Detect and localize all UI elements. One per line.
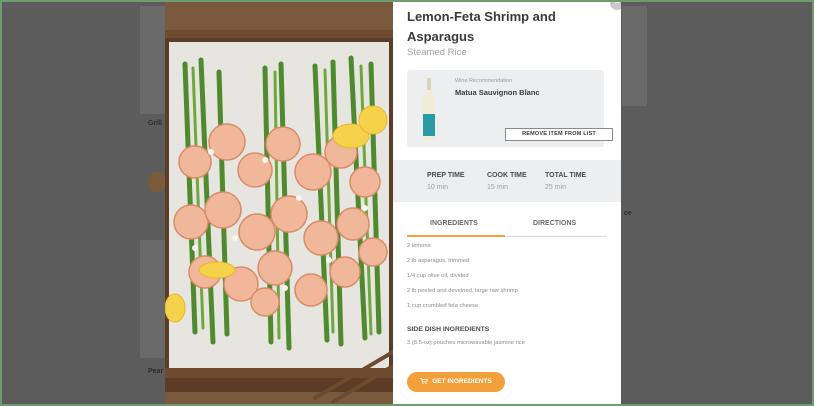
total-time-label: TOTAL TIME [545, 172, 587, 179]
side-dish-item: 3 (8.5-oz) pouches microwavable jasmine … [407, 340, 525, 346]
background-card-top-right [622, 6, 647, 106]
wine-recommendation-label: Wine Recommendation [455, 78, 513, 84]
get-ingredients-button[interactable]: GET INGREDIENTS [407, 372, 505, 392]
wine-bottle-icon [423, 78, 435, 140]
recipe-subtitle: Steamed Rice [407, 47, 467, 58]
remove-item-button[interactable]: REMOVE ITEM FROM LIST [505, 128, 613, 141]
cook-time-label: COOK TIME [487, 172, 527, 179]
prep-time: PREP TIME 10 min [427, 172, 465, 191]
background-card-top-left [140, 6, 166, 114]
get-ingredients-label: GET INGREDIENTS [432, 378, 492, 385]
recipe-photo [165, 2, 393, 404]
wine-recommendation: Wine Recommendation Matua Sauvignon Blan… [407, 70, 613, 147]
recipe-modal: × Lemon-Feta Shrimp and Asparagus Steame… [165, 2, 621, 404]
background-card-title: Grill [148, 120, 163, 127]
ingredient-item: 2 lb asparagus, trimmed [407, 258, 470, 264]
close-button[interactable]: × [610, 2, 621, 10]
ingredient-item: 2 lemons [407, 243, 431, 249]
recipe-times: PREP TIME 10 min COOK TIME 15 min TOTAL … [393, 160, 621, 202]
recipe-photo-illustration [165, 2, 393, 404]
side-dish-heading: SIDE DISH INGREDIENTS [407, 326, 490, 333]
total-time: TOTAL TIME 25 min [545, 172, 586, 191]
recipe-tabs: INGREDIENTS DIRECTIONS [407, 217, 607, 237]
background-card-button [148, 172, 166, 192]
ingredient-item: 1 cup crumbled feta cheese [407, 303, 479, 309]
wine-name: Matua Sauvignon Blanc [455, 88, 540, 97]
background-card-bottom-left [140, 240, 166, 358]
close-icon: × [614, 2, 620, 8]
cook-time-value: 15 min [487, 184, 509, 191]
cart-icon [420, 378, 429, 384]
tab-directions[interactable]: DIRECTIONS [533, 220, 576, 227]
recipe-title: Lemon-Feta Shrimp and Asparagus [407, 9, 556, 44]
recipe-details-panel: × Lemon-Feta Shrimp and Asparagus Steame… [393, 2, 621, 404]
ingredient-list: 2 lemons 2 lb asparagus, trimmed 1/4 cup… [407, 242, 518, 317]
screen-frame: Grill Pear ce × Lemon-Feta Shrimp and As… [0, 0, 814, 406]
background-card-fragment: ce [624, 210, 632, 217]
background-card-title: Pear [148, 368, 164, 375]
cook-time: COOK TIME 15 min [487, 172, 527, 191]
ingredient-item: 1/4 cup olive oil, divided [407, 273, 469, 279]
prep-time-value: 10 min [427, 184, 449, 191]
total-time-value: 25 min [545, 184, 567, 191]
tab-ingredients[interactable]: INGREDIENTS [430, 220, 478, 227]
prep-time-label: PREP TIME [427, 172, 465, 179]
active-tab-indicator [407, 235, 505, 237]
ingredient-item: 2 lb peeled and deveined, large raw shri… [407, 288, 518, 294]
